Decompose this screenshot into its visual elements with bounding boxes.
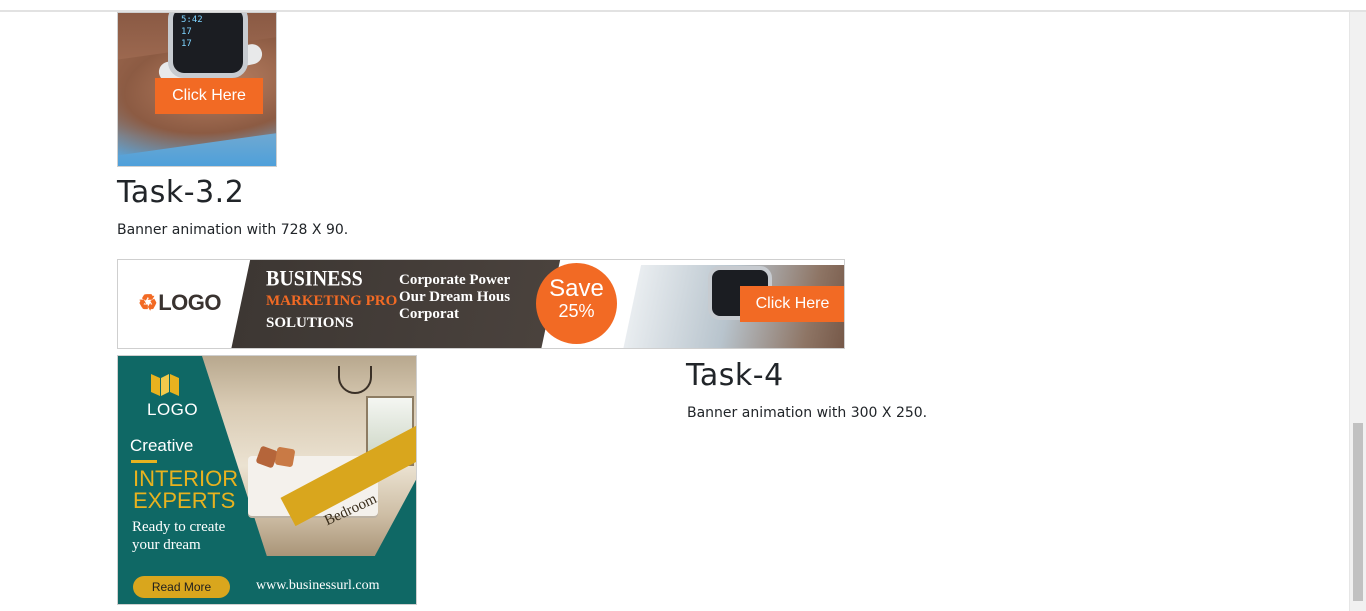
logo-text: LOGO: [147, 400, 199, 419]
task-4-title: Task-4: [686, 358, 784, 393]
interior-banner-300[interactable]: Bedroom LOGO Creative INTERIOR EXPERTS R…: [117, 355, 417, 605]
scrollbar-thumb[interactable]: [1353, 423, 1363, 601]
subheadline-line: Ready to create: [132, 519, 226, 535]
watch-time: 5:42: [181, 15, 203, 25]
task-3-2-title: Task-3.2: [117, 175, 245, 210]
save-percent: 25%: [558, 301, 595, 321]
tagline-line: Corporate Power: [399, 272, 511, 288]
watch-line: 17: [181, 39, 192, 49]
tagline-line: Our Dream Hous: [399, 289, 511, 305]
subheadline-line: your dream: [132, 537, 201, 553]
task-4-description: Banner animation with 300 X 250.: [687, 405, 928, 421]
recycle-icon: ♻: [138, 290, 158, 315]
headline-line: EXPERTS: [133, 488, 236, 513]
logo-text: LOGO: [158, 290, 222, 315]
logo-mark-icon: [151, 374, 179, 396]
tagline: Corporate Power Our Dream Hous Corporat: [399, 272, 510, 323]
read-more-button[interactable]: Read More: [133, 576, 230, 598]
headline-solutions: SOLUTIONS: [266, 315, 354, 331]
business-banner-728[interactable]: ♻LOGO BUSINESS MARKETING PRO SOLUTIONS C…: [117, 259, 845, 349]
save-badge: Save 25%: [536, 263, 617, 344]
watch-banner-160[interactable]: 5:42 17 17 Click Here: [117, 12, 277, 167]
pillow-image: [274, 446, 296, 468]
watch-screen: 5:42 17 17: [181, 14, 203, 50]
headline-marketing: MARKETING PRO: [266, 293, 398, 309]
accent-line: [131, 460, 157, 463]
smartwatch-image: 5:42 17 17: [168, 13, 248, 78]
headline-business: BUSINESS: [266, 266, 363, 292]
headline-line: INTERIOR: [133, 466, 239, 491]
banner-logo: ♻LOGO: [138, 290, 222, 316]
tagline-line: Corporat: [399, 306, 459, 322]
watch-line: 17: [181, 27, 192, 37]
click-here-button[interactable]: Click Here: [740, 286, 844, 322]
save-label: Save: [549, 275, 604, 302]
headline: INTERIOR EXPERTS: [133, 468, 238, 512]
task-3-2-description: Banner animation with 728 X 90.: [117, 222, 349, 238]
url-link[interactable]: www.businessurl.com: [256, 578, 380, 594]
kicker-text: Creative: [130, 436, 194, 455]
click-here-button[interactable]: Click Here: [155, 78, 263, 114]
subheadline: Ready to create your dream: [132, 518, 225, 554]
vertical-scrollbar[interactable]: [1349, 12, 1366, 611]
